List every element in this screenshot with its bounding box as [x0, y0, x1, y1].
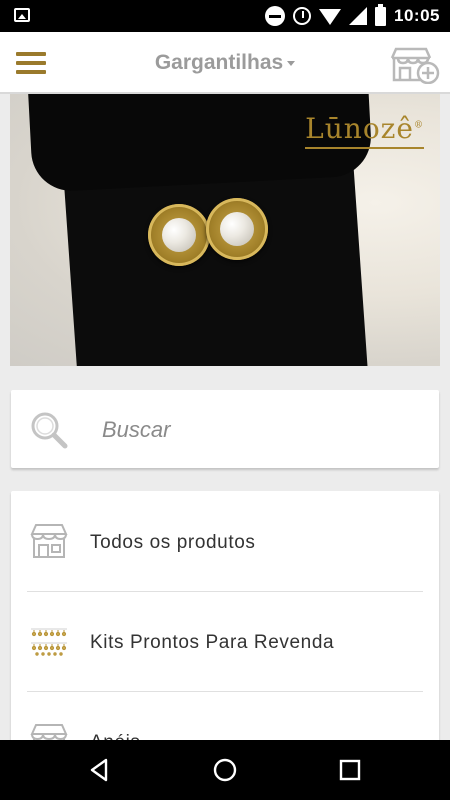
status-time: 10:05: [394, 6, 440, 25]
search-field[interactable]: Buscar: [11, 390, 439, 468]
store-icon: [30, 524, 68, 558]
gallery-icon: [14, 8, 30, 22]
brand-logo: Lūnozê®: [305, 112, 424, 149]
add-store-icon[interactable]: [388, 46, 440, 84]
system-nav-bar: [0, 740, 450, 800]
caret-down-icon: [287, 60, 296, 66]
alarm-icon: [293, 7, 312, 25]
jewelry-kit-icon: [31, 628, 67, 656]
category-dropdown[interactable]: Gargantilhas: [0, 51, 450, 75]
menu-item-label: Kits Prontos Para Revenda: [90, 632, 335, 653]
page-title: Gargantilhas: [154, 51, 284, 74]
recents-icon[interactable]: [337, 757, 363, 783]
battery-icon: [375, 3, 387, 26]
menu-item-all-products[interactable]: Todos os produtos: [11, 491, 439, 591]
home-icon[interactable]: [212, 757, 238, 783]
status-bar: 10:05: [0, 0, 450, 32]
back-icon[interactable]: [86, 757, 112, 783]
search-placeholder: Buscar: [102, 417, 171, 442]
category-list: Todos os produtos Kits Prontos Para Reve…: [11, 491, 439, 751]
promo-banner[interactable]: Lūnozê®: [10, 94, 440, 366]
signal-icon: [349, 7, 368, 25]
search-icon: [31, 412, 68, 449]
do-not-disturb-icon: [265, 6, 286, 26]
pearl-earring-right: [206, 198, 268, 260]
pearl-earring-left: [148, 204, 210, 266]
menu-item-label: Todos os produtos: [90, 532, 256, 553]
wifi-icon: [319, 9, 342, 25]
app-bar: Gargantilhas: [0, 32, 450, 94]
status-icons: 10:05: [265, 3, 440, 27]
menu-item-kits[interactable]: Kits Prontos Para Revenda: [11, 591, 439, 691]
